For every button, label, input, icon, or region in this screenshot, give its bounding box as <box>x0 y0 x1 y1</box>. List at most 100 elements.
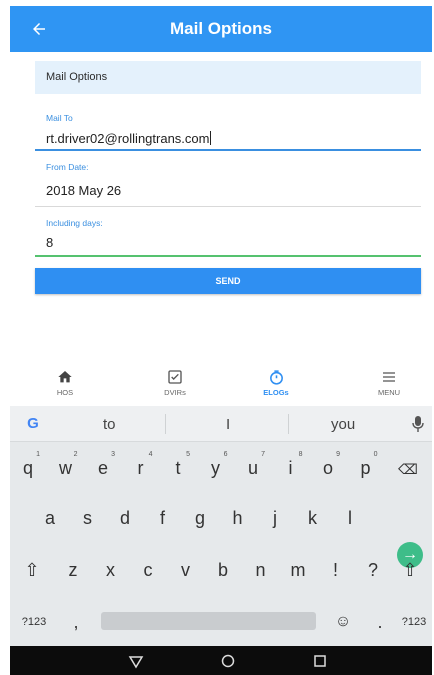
backspace-key[interactable]: ⌫ <box>390 448 426 488</box>
key-?[interactable]: ? <box>355 550 391 590</box>
key-i[interactable]: i8 <box>273 448 309 488</box>
key-label: v <box>181 560 190 580</box>
key-![interactable]: ! <box>318 550 354 590</box>
including-days-input[interactable]: 8 <box>46 235 53 250</box>
key-label: u <box>247 458 258 478</box>
including-days-underline <box>35 255 421 257</box>
send-button[interactable]: SEND <box>35 268 421 294</box>
suggestion-1[interactable]: to <box>103 416 116 433</box>
suggestion-3[interactable]: you <box>331 416 355 433</box>
mail-to-underline <box>35 149 421 151</box>
key-hint: 6 <box>223 451 228 458</box>
key-s[interactable]: s <box>70 498 106 538</box>
section-header: Mail Options <box>35 61 421 94</box>
nav-elogs[interactable]: ELOGs <box>236 369 316 397</box>
timer-icon <box>236 369 316 387</box>
mail-to-value: rt.driver02@rollingtrans.com <box>46 131 210 146</box>
key-y[interactable]: y6 <box>198 448 234 488</box>
from-date-underline <box>35 206 421 207</box>
key-label: i <box>288 458 293 478</box>
emoji-key[interactable]: ☺ <box>325 602 361 642</box>
key-x[interactable]: x <box>93 550 129 590</box>
recents-square-icon[interactable] <box>311 652 329 670</box>
key-u[interactable]: u7 <box>235 448 271 488</box>
shift-key-left[interactable]: ⇧ <box>14 550 50 590</box>
key-label: m <box>290 560 306 580</box>
key-label: r <box>137 458 144 478</box>
key-e[interactable]: e3 <box>85 448 121 488</box>
key-label: o <box>322 458 333 478</box>
key-o[interactable]: o9 <box>310 448 346 488</box>
nav-hos[interactable]: HOS <box>25 369 105 397</box>
key-hint: 4 <box>148 451 153 458</box>
key-n[interactable]: n <box>243 550 279 590</box>
key-label: p <box>360 458 371 478</box>
key-r[interactable]: r4 <box>123 448 159 488</box>
key-label: n <box>255 560 266 580</box>
key-label: h <box>232 508 243 528</box>
key-h[interactable]: h <box>220 498 256 538</box>
microphone-icon[interactable] <box>412 416 424 432</box>
comma-key[interactable]: , <box>58 602 94 642</box>
back-triangle-icon[interactable] <box>127 652 145 670</box>
shift-key-right[interactable]: ⇧ <box>392 550 428 590</box>
key-label: x <box>106 560 115 580</box>
key-hint: 5 <box>186 451 190 458</box>
home-circle-icon[interactable] <box>219 652 237 670</box>
from-date-label: From Date: <box>46 162 89 172</box>
key-label: q <box>22 458 33 478</box>
key-label: f <box>159 508 165 528</box>
key-hint: 7 <box>261 451 265 458</box>
key-label: d <box>119 508 130 528</box>
backspace-icon: ⌫ <box>398 461 418 477</box>
key-label: y <box>211 458 220 478</box>
key-z[interactable]: z <box>55 550 91 590</box>
key-hint: 0 <box>373 451 378 458</box>
period-key[interactable]: . <box>362 602 398 642</box>
key-hint: 8 <box>298 451 303 458</box>
key-d[interactable]: d <box>107 498 143 538</box>
symbols-key[interactable]: ?123 <box>16 602 52 642</box>
symbols-key-right[interactable]: ?123 <box>396 602 432 642</box>
key-v[interactable]: v <box>168 550 204 590</box>
key-l[interactable]: l <box>332 498 368 538</box>
key-m[interactable]: m <box>280 550 316 590</box>
suggestion-strip: G to I you <box>10 406 432 442</box>
key-c[interactable]: c <box>130 550 166 590</box>
mail-to-input[interactable]: rt.driver02@rollingtrans.com <box>46 131 212 146</box>
key-label: ? <box>367 560 378 580</box>
key-label: c <box>143 560 153 580</box>
key-b[interactable]: b <box>205 550 241 590</box>
menu-icon <box>349 369 429 387</box>
key-w[interactable]: w2 <box>48 448 84 488</box>
from-date-input[interactable]: 2018 May 26 <box>46 183 121 198</box>
key-g[interactable]: g <box>182 498 218 538</box>
key-label: a <box>44 508 55 528</box>
checkbox-icon <box>135 369 215 387</box>
google-icon[interactable]: G <box>24 415 42 433</box>
emoji-icon: ☺ <box>334 613 352 630</box>
key-hint: 2 <box>73 451 78 458</box>
page-title: Mail Options <box>170 19 272 38</box>
key-q[interactable]: q1 <box>10 448 46 488</box>
space-key[interactable] <box>101 612 316 630</box>
key-label: e <box>97 458 108 478</box>
key-hint: 9 <box>336 451 340 458</box>
system-nav-bar <box>10 646 432 675</box>
text-cursor <box>210 131 212 145</box>
suggestion-2[interactable]: I <box>226 416 230 433</box>
key-p[interactable]: p0 <box>348 448 384 488</box>
bottom-nav: HOS DVIRs ELOGs MENU <box>10 365 432 405</box>
nav-dvirs[interactable]: DVIRs <box>135 369 215 397</box>
key-label: w <box>59 458 72 478</box>
key-f[interactable]: f <box>145 498 181 538</box>
key-k[interactable]: k <box>295 498 331 538</box>
key-hint: 3 <box>111 451 115 458</box>
suggestion-divider <box>165 414 166 434</box>
including-days-label: Including days: <box>46 218 103 228</box>
key-label: t <box>175 458 181 478</box>
key-j[interactable]: j <box>257 498 293 538</box>
key-t[interactable]: t5 <box>160 448 196 488</box>
key-a[interactable]: a <box>32 498 68 538</box>
nav-menu[interactable]: MENU <box>349 369 429 397</box>
